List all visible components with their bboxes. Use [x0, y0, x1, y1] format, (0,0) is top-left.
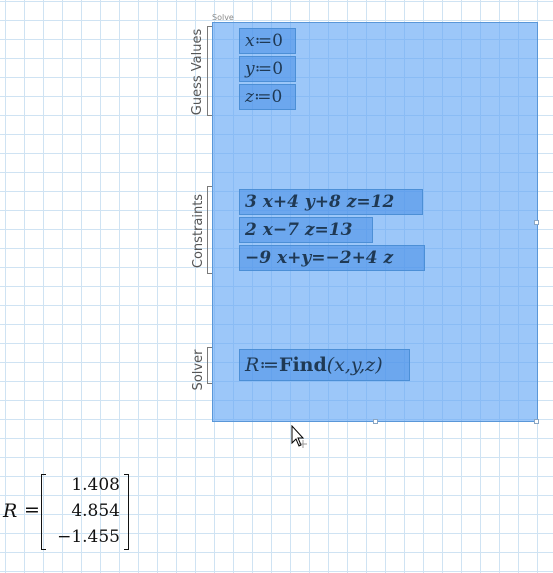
constraint-1[interactable]: 3 x+4 y+8 z=12 — [239, 189, 423, 215]
guess-values-label: Guess Values — [190, 28, 205, 116]
evaluation-operator: = — [24, 499, 40, 521]
guess-value: 0 — [272, 59, 284, 79]
guess-value-x[interactable]: x≔0 — [239, 28, 296, 54]
constraint-3[interactable]: −9 x+y=−2+4 z — [239, 245, 425, 271]
definition-operator: ≔ — [254, 59, 273, 79]
variable-name: z — [245, 87, 254, 107]
find-function: Find — [278, 354, 327, 376]
definition-operator: ≔ — [259, 354, 279, 376]
definition-operator: ≔ — [254, 31, 273, 51]
guess-value: 0 — [271, 87, 283, 107]
constraints-bracket — [207, 186, 212, 274]
solver-label: Solver — [191, 349, 206, 391]
variable-name: y — [245, 59, 255, 79]
resize-handle-bottom-right[interactable] — [534, 419, 539, 424]
solver-find[interactable]: R≔Find(x,y,z) — [239, 349, 410, 381]
definition-operator: ≔ — [253, 87, 272, 107]
matrix-cell-1: 1.408 — [71, 475, 120, 495]
solve-block-tag: Solve — [212, 13, 234, 22]
mouse-cursor-icon — [291, 425, 307, 448]
matrix-cell-2: 4.854 — [71, 501, 120, 521]
constraints-label: Constraints — [191, 193, 206, 269]
guess-value-z[interactable]: z≔0 — [239, 84, 296, 110]
result-variable: R — [3, 500, 18, 522]
matrix-right-bracket — [124, 474, 129, 550]
variable-name: x — [245, 31, 255, 51]
result-variable: R — [245, 354, 260, 376]
guess-values-bracket — [207, 26, 212, 116]
solver-bracket — [207, 347, 212, 384]
matrix-cell-3: −1.455 — [57, 527, 120, 547]
worksheet-canvas[interactable]: Solve Guess Values Constraints Solver x≔… — [0, 0, 553, 573]
find-arguments: (x,y,z) — [326, 354, 383, 376]
constraint-2[interactable]: 2 x−7 z=13 — [239, 217, 373, 243]
resize-handle-bottom[interactable] — [373, 419, 378, 424]
guess-value-y[interactable]: y≔0 — [239, 56, 296, 82]
result-matrix: 1.408 4.854 −1.455 — [41, 474, 129, 552]
guess-value: 0 — [272, 31, 283, 51]
resize-handle-right[interactable] — [534, 220, 539, 225]
matrix-left-bracket — [41, 474, 46, 550]
